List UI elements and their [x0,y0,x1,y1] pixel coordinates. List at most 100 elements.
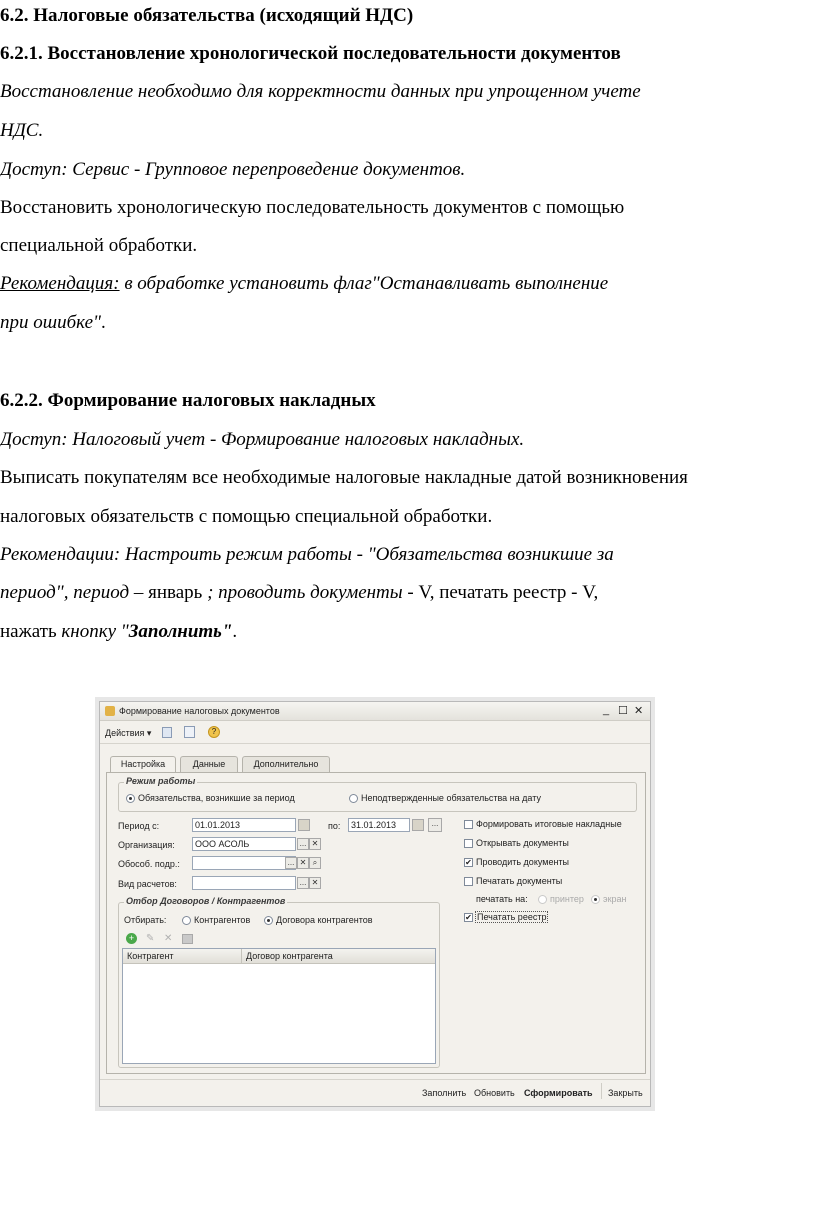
column-divider [241,949,242,963]
filter-counterparties-radio[interactable] [182,916,191,925]
close-button[interactable]: Закрыть [608,1088,643,1098]
access-path: Доступ: Налоговый учет - Формирование на… [0,429,525,450]
subdivision-select-button[interactable]: ... [285,857,297,869]
text-fragment: Заполнить" [128,621,233,642]
window-title: Формирование налоговых документов [119,706,280,716]
final-invoices-label: Формировать итоговые накладные [476,819,622,829]
organization-field[interactable]: ООО АСОЛЬ [192,837,296,851]
filter-group-title: Отбор Договоров / Контрагентов [124,896,288,906]
final-invoices-checkbox[interactable] [464,820,473,829]
close-window-icon[interactable]: ✕ [634,704,643,717]
filter-contracts-label: Договора контрагентов [276,915,373,925]
subdivision-label: Обособ. подр.: [118,859,180,869]
print-preview-icon[interactable] [184,726,195,738]
help-icon[interactable]: ? [208,726,220,738]
mode-period-radio[interactable] [126,794,135,803]
print-printer-label: принтер [550,894,584,904]
bottom-divider [100,1079,650,1080]
refresh-button[interactable]: Обновить [474,1088,515,1098]
actions-menu[interactable]: Действия ▾ [105,728,151,739]
text-fragment: период", период [0,582,130,603]
punctuation: . [100,312,106,333]
period-to-label: по: [328,821,341,831]
recommendation-line: Рекомендации: Настроить режим работы - "… [0,544,614,565]
access-path: Доступ: Сервис - Групповое перепроведени… [0,159,466,180]
mode-date-radio[interactable] [349,794,358,803]
maximize-icon[interactable]: ☐ [618,704,628,717]
edit-icon[interactable]: ✎ [146,933,154,944]
filter-counterparties-label: Контрагентов [194,915,251,925]
recommendation-text: в обработке установить флаг"Останавливат… [119,273,609,294]
text-fragment: ; проводить документы [207,582,403,603]
subdivision-search-icon[interactable]: ⌕ [309,857,321,869]
toolbar [100,721,650,744]
paragraph-line: специальной обработки. [0,235,198,256]
paragraph-line: Восстановление необходимо для корректнос… [0,81,641,102]
contracts-table[interactable] [122,948,436,1064]
text-fragment: – январь [129,582,208,603]
print-screen-radio[interactable] [591,895,600,904]
calendar-icon[interactable] [298,819,310,831]
recommendation-label: Рекомендация: [0,273,120,294]
filter-label: Отбирать: [124,915,167,925]
embedded-screenshot: Формирование налоговых документов _ ☐ ✕ … [95,697,655,1111]
tab-settings[interactable]: Настройка [110,756,176,773]
print-screen-label: экран [603,894,627,904]
print-register-label: Печатать реестр [475,911,549,923]
recommendation-line: Рекомендация: в обработке установить фла… [0,272,608,296]
add-icon[interactable]: + [126,933,137,944]
recommendation-line: период", период – январь ; проводить док… [0,581,598,605]
mode-group-title: Режим работы [124,776,198,786]
column-header-counterparty[interactable]: Контрагент [127,951,174,961]
filter-contracts-radio[interactable] [264,916,273,925]
column-header-contract[interactable]: Договор контрагента [246,951,333,961]
calc-type-label: Вид расчетов: [118,879,177,889]
subdivision-clear-icon[interactable]: ✕ [297,857,309,869]
print-printer-radio[interactable] [538,895,547,904]
print-documents-label: Печатать документы [476,876,563,886]
subsection-heading-6-2-1: 6.2.1. Восстановление хронологической по… [0,43,621,64]
recommendation-text: при ошибке" [0,312,101,333]
organization-clear-icon[interactable]: ✕ [309,838,321,850]
period-to-field[interactable]: 31.01.2013 [348,818,410,832]
post-documents-checkbox[interactable]: ✔ [464,858,473,867]
organization-select-button[interactable]: ... [297,838,309,850]
print-register-checkbox[interactable]: ✔ [464,913,473,922]
open-documents-label: Открывать документы [476,838,569,848]
minimize-icon[interactable]: _ [603,704,609,716]
period-from-field[interactable]: 01.01.2013 [192,818,296,832]
print-on-label: печатать на: [476,894,528,904]
form-window: Формирование налоговых документов _ ☐ ✕ … [99,701,651,1107]
subsection-heading-6-2-2: 6.2.2. Формирование налоговых накладных [0,390,376,411]
text-fragment: нажать [0,621,62,642]
subdivision-field[interactable] [192,856,296,870]
section-heading-6-2: 6.2. Налоговые обязательства (исходящий … [0,5,414,26]
document-icon[interactable] [162,727,172,738]
form-button[interactable]: Сформировать [524,1088,593,1098]
tab-additional[interactable]: Дополнительно [242,756,330,772]
calc-type-field[interactable] [192,876,296,890]
delete-icon[interactable]: ✕ [164,933,172,944]
select-list-icon[interactable] [182,934,193,944]
mode-date-label: Неподтвержденные обязательства на дату [361,793,541,803]
calc-type-clear-icon[interactable]: ✕ [309,877,321,889]
button-separator [601,1083,602,1099]
text-fragment: кнопку " [61,621,129,642]
tab-data[interactable]: Данные [180,756,238,772]
print-documents-checkbox[interactable] [464,877,473,886]
text-fragment: - V, печатать реестр - V, [402,582,599,603]
fill-button[interactable]: Заполнить [422,1088,466,1098]
paragraph-line: НДС. [0,120,44,141]
paragraph-line: налоговых обязательств с помощью специал… [0,506,493,527]
post-documents-label: Проводить документы [476,857,570,867]
period-from-label: Период с: [118,821,160,831]
open-documents-checkbox[interactable] [464,839,473,848]
paragraph-line: Восстановить хронологическую последовате… [0,197,625,218]
organization-label: Организация: [118,840,175,850]
recommendation-line: нажать кнопку "Заполнить". [0,620,237,644]
calc-type-select-button[interactable]: ... [297,877,309,889]
paragraph-line: Выписать покупателям все необходимые нал… [0,467,688,488]
period-select-button[interactable]: ... [428,818,442,832]
recommendation-line: при ошибке". [0,311,106,335]
calendar-icon[interactable] [412,819,424,831]
